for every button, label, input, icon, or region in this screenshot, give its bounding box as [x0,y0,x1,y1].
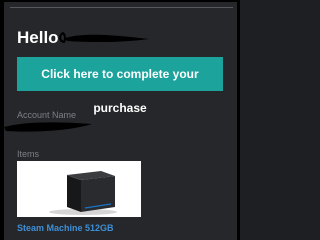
complete-purchase-button[interactable]: Click here to complete your purchase [17,57,223,115]
redacted-username [59,31,149,44]
console-box-image [17,161,141,217]
header-divider [10,7,233,8]
greeting-text: Hello [17,28,59,47]
redacted-account-name [4,122,92,132]
product-name-link[interactable]: Steam Machine 512GB [17,223,114,234]
items-label: Items [17,149,40,159]
screen-edge-right [237,0,240,240]
product-image-card[interactable] [17,161,141,217]
